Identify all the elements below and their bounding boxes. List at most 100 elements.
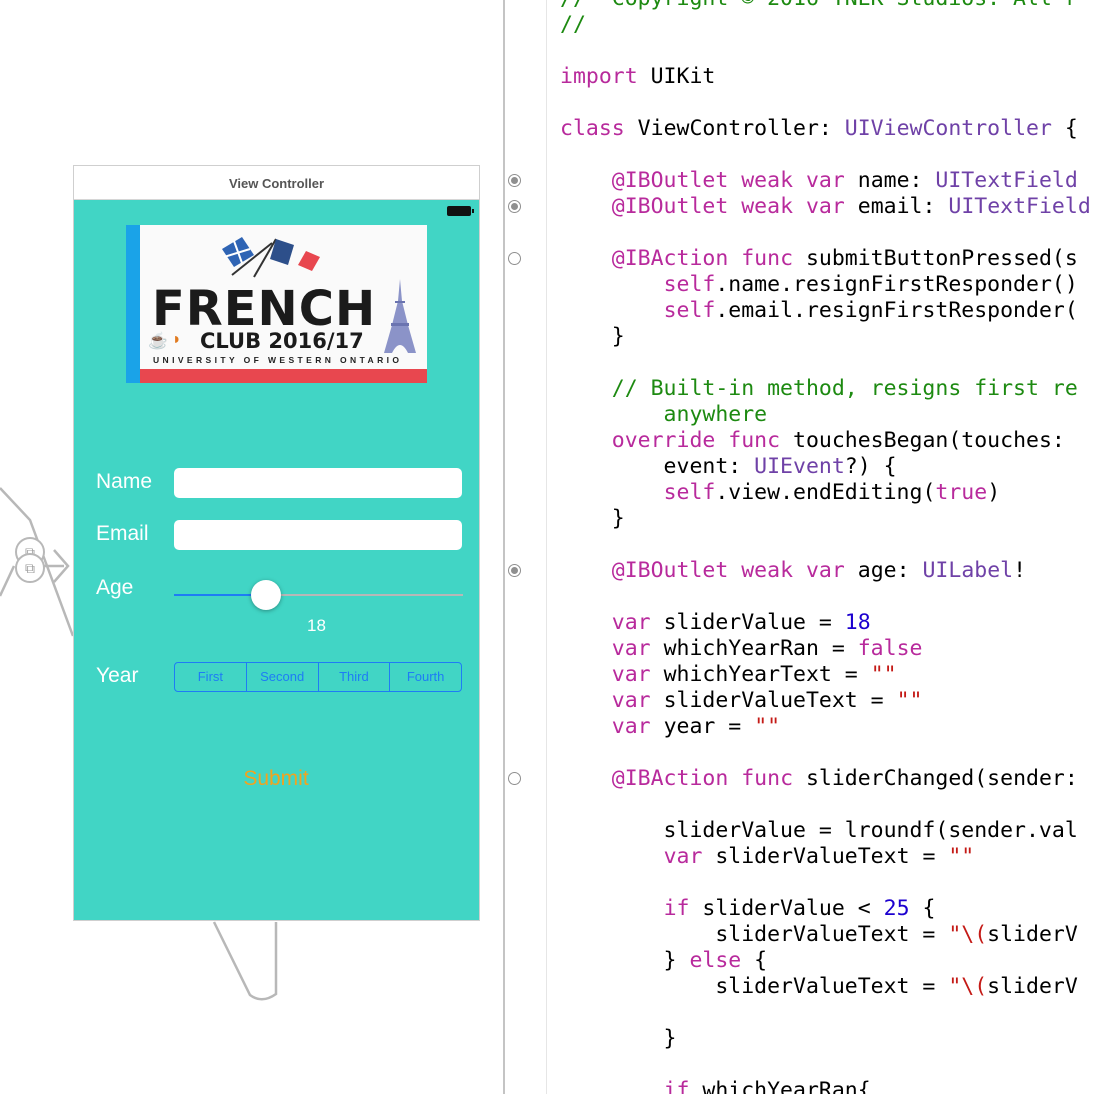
segment-first[interactable]: First bbox=[175, 663, 247, 691]
age-value-label: 18 bbox=[307, 616, 326, 635]
code-line[interactable]: sliderValueText = "\(sliderV bbox=[560, 922, 1078, 948]
code-token: func bbox=[741, 766, 794, 791]
outlet-connected-icon[interactable] bbox=[508, 174, 521, 187]
submit-button[interactable]: Submit bbox=[214, 764, 338, 794]
code-line[interactable]: } bbox=[560, 506, 625, 532]
code-token: UIViewController bbox=[844, 116, 1052, 141]
email-field[interactable] bbox=[174, 520, 462, 550]
code-token: event: bbox=[560, 454, 755, 479]
code-editor[interactable]: // Copyright © 2016 TNEK Studios. All r/… bbox=[560, 0, 1094, 1094]
outlet-disconnected-icon[interactable] bbox=[508, 252, 521, 265]
code-line[interactable]: // bbox=[560, 12, 586, 38]
code-token: if bbox=[663, 896, 690, 921]
segment-fourth[interactable]: Fourth bbox=[390, 663, 461, 691]
storyboard-canvas: ⧉ ⧉ View Controller FRENCH ☕ ◗ CLUB 2016… bbox=[0, 0, 504, 1094]
code-token: age: bbox=[844, 558, 923, 583]
code-line[interactable]: sliderValue = lroundf(sender.val bbox=[560, 818, 1078, 844]
slider-thumb[interactable] bbox=[251, 580, 281, 610]
code-token: "" bbox=[948, 844, 975, 869]
age-slider[interactable] bbox=[174, 580, 463, 610]
outlet-disconnected-icon[interactable] bbox=[508, 772, 521, 785]
code-line[interactable]: } bbox=[560, 1026, 677, 1052]
code-line[interactable]: @IBOutlet weak var name: UITextField bbox=[560, 168, 1078, 194]
code-line[interactable]: event: UIEvent?) { bbox=[560, 454, 897, 480]
view-controller-scene[interactable]: View Controller FRENCH ☕ ◗ CLUB 2016/17 bbox=[73, 165, 480, 921]
code-line[interactable]: sliderValueText = "\(sliderV bbox=[560, 974, 1077, 1000]
code-line[interactable]: self.name.resignFirstResponder() bbox=[560, 272, 1078, 298]
year-label: Year bbox=[96, 664, 139, 687]
code-token: { bbox=[1051, 116, 1078, 141]
code-token: { bbox=[741, 948, 768, 973]
code-token: } bbox=[560, 506, 625, 531]
code-line[interactable]: @IBAction func submitButtonPressed(s bbox=[560, 246, 1078, 272]
code-token: sliderValueText = bbox=[560, 974, 949, 999]
code-token: sliderV bbox=[987, 922, 1078, 947]
segment-third[interactable]: Third bbox=[319, 663, 391, 691]
code-line[interactable]: self.email.resignFirstResponder( bbox=[560, 298, 1078, 324]
code-line[interactable]: self.view.endEditing(true) bbox=[560, 480, 1001, 506]
code-line[interactable]: @IBOutlet weak var age: UILabel! bbox=[560, 558, 1026, 584]
code-line[interactable]: @IBAction func sliderChanged(sender: bbox=[560, 766, 1078, 792]
segue-icon[interactable]: ⧉ bbox=[15, 553, 45, 583]
logo-blue-stripe bbox=[126, 225, 140, 383]
code-line[interactable]: override func touchesBegan(touches: bbox=[560, 428, 1078, 454]
year-segmented-control[interactable]: First Second Third Fourth bbox=[174, 662, 462, 692]
code-line[interactable]: @IBOutlet weak var email: UITextField bbox=[560, 194, 1091, 220]
flags-icon bbox=[222, 237, 320, 278]
code-line[interactable]: } bbox=[560, 324, 625, 350]
outlet-connected-icon[interactable] bbox=[508, 200, 521, 213]
code-line[interactable]: var sliderValue = 18 bbox=[560, 610, 871, 636]
code-token: "" bbox=[896, 688, 923, 713]
scene-title[interactable]: View Controller bbox=[74, 166, 479, 200]
code-token: @IBOutlet bbox=[611, 194, 729, 219]
outlet-connected-icon[interactable] bbox=[508, 564, 521, 577]
code-token: whichYearText = bbox=[650, 662, 871, 687]
code-line[interactable]: // Copyright © 2016 TNEK Studios. All r bbox=[560, 0, 1078, 12]
code-line[interactable]: // Built-in method, resigns first re bbox=[560, 376, 1078, 402]
code-line[interactable]: import UIKit bbox=[560, 64, 715, 90]
code-token: var bbox=[805, 194, 845, 219]
code-line[interactable]: class ViewController: UIViewController { bbox=[560, 116, 1078, 142]
code-token: @IBAction bbox=[611, 246, 729, 271]
name-field[interactable] bbox=[174, 468, 462, 498]
code-line[interactable]: var whichYearText = "" bbox=[560, 662, 897, 688]
code-line[interactable]: if sliderValue < 25 { bbox=[560, 896, 936, 922]
code-token: func bbox=[728, 428, 781, 453]
code-token: var bbox=[611, 714, 651, 739]
code-token: ) bbox=[987, 480, 1001, 505]
code-token: 18 bbox=[844, 610, 871, 635]
code-token: // Built-in method, resigns first re bbox=[560, 376, 1078, 401]
code-token: false bbox=[857, 636, 923, 661]
code-token: sliderValue = lroundf(sender.val bbox=[560, 818, 1078, 843]
code-line[interactable]: } else { bbox=[560, 948, 768, 974]
code-token: { bbox=[909, 896, 936, 921]
code-line[interactable]: var sliderValueText = "" bbox=[560, 688, 923, 714]
code-line[interactable]: var whichYearRan = false bbox=[560, 636, 923, 662]
code-token: UITextField bbox=[948, 194, 1091, 219]
code-line[interactable]: var sliderValueText = "" bbox=[560, 844, 975, 870]
code-token: @IBOutlet bbox=[611, 558, 729, 583]
code-token: ! bbox=[1013, 558, 1027, 583]
code-token: whichYearRan{ bbox=[689, 1078, 871, 1094]
segment-second[interactable]: Second bbox=[247, 663, 319, 691]
code-token: whichYearRan = bbox=[650, 636, 858, 661]
code-line[interactable]: anywhere bbox=[560, 402, 768, 428]
code-line[interactable]: var year = "" bbox=[560, 714, 780, 740]
code-line[interactable]: if whichYearRan{ bbox=[560, 1078, 871, 1094]
logo-club-year: CLUB 2016/17 bbox=[200, 329, 364, 353]
code-token: email: bbox=[844, 194, 949, 219]
logo-red-band bbox=[140, 369, 427, 383]
